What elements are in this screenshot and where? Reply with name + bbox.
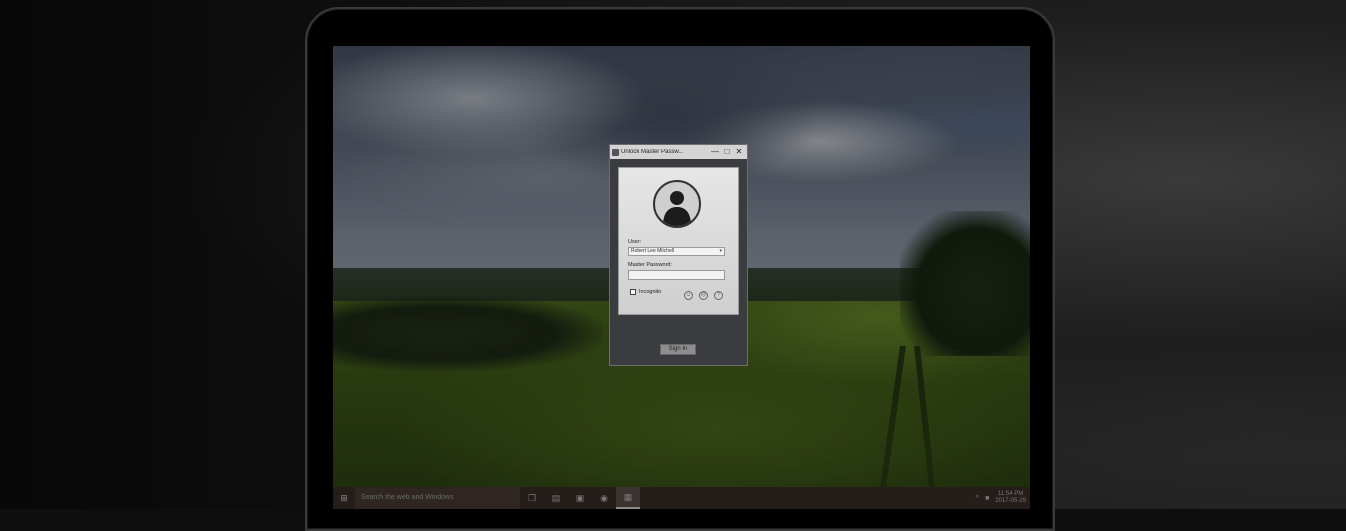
dialog-title: Unlock Master Passw...: [621, 149, 684, 155]
user-silhouette-icon: [663, 191, 691, 226]
user-label: User:: [628, 239, 642, 245]
dialog-titlebar[interactable]: Unlock Master Passw... — □ ✕: [610, 145, 747, 159]
terminal-icon[interactable]: ▣: [568, 487, 592, 509]
clock-time: 11:54 PM: [998, 491, 1024, 497]
password-label: Master Password:: [628, 262, 673, 268]
minimize-button[interactable]: —: [709, 145, 721, 159]
incognito-checkbox[interactable]: [630, 289, 636, 295]
maximize-button[interactable]: □: [721, 145, 733, 159]
tray-chevron-icon[interactable]: ^: [976, 495, 979, 502]
close-button[interactable]: ✕: [733, 145, 745, 159]
taskbar-clock[interactable]: 11:54 PM 2017-05-29: [995, 491, 1026, 505]
notification-icon[interactable]: ■: [985, 495, 989, 502]
laptop-screen: Unlock Master Passw... — □ ✕ User: Rober…: [333, 46, 1030, 509]
chevron-down-icon: ▾: [719, 248, 722, 254]
taskbar: ⊞ Search the web and Windows ❐ ▤ ▣ ◉ ▦ ^…: [333, 487, 1030, 509]
help-icon[interactable]: ?: [714, 291, 723, 300]
login-panel: User: Robert Lee Mitchell ▾ Master Passw…: [618, 167, 739, 315]
app-icon: [612, 148, 619, 156]
avatar: [653, 180, 701, 228]
system-tray: ^ ■ 11:54 PM 2017-05-29: [973, 487, 1030, 509]
file-explorer-icon[interactable]: ▤: [544, 487, 568, 509]
windows-start-icon[interactable]: ⊞: [333, 487, 355, 509]
sign-in-button[interactable]: Sign In: [660, 344, 696, 355]
taskbar-search-input[interactable]: Search the web and Windows: [355, 487, 520, 509]
user-select[interactable]: Robert Lee Mitchell ▾: [628, 247, 725, 256]
person-add-icon[interactable]: ☺: [684, 291, 693, 300]
user-select-value: Robert Lee Mitchell: [631, 248, 675, 254]
clock-date: 2017-05-29: [995, 498, 1026, 504]
incognito-label: Incognito: [639, 289, 662, 295]
chrome-icon[interactable]: ◉: [592, 487, 616, 509]
unlock-dialog: Unlock Master Passw... — □ ✕ User: Rober…: [609, 144, 748, 366]
master-password-app-icon[interactable]: ▦: [616, 487, 640, 509]
person-remove-icon[interactable]: ☹: [699, 291, 708, 300]
task-view-icon[interactable]: ❐: [520, 487, 544, 509]
password-input[interactable]: [628, 270, 725, 280]
